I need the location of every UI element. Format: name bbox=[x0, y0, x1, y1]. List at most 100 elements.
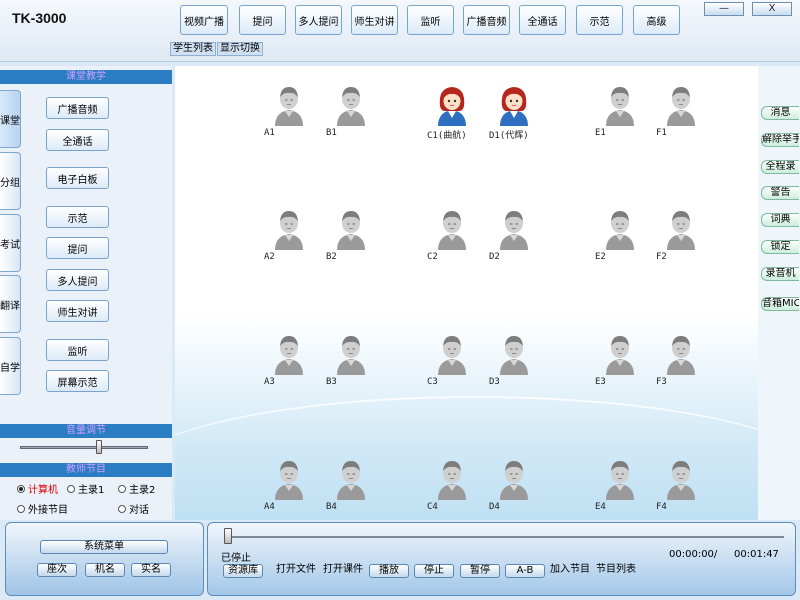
tab-exam[interactable]: 考试 bbox=[0, 214, 21, 272]
offline-student-icon bbox=[275, 461, 303, 500]
full-record-button[interactable]: 全程录 bbox=[761, 160, 799, 174]
multi-question-button[interactable]: 多人提问 bbox=[295, 5, 342, 35]
real-name-button[interactable]: 实名 bbox=[131, 563, 171, 577]
tab-group[interactable]: 分组 bbox=[0, 152, 21, 210]
student-seat[interactable]: C2 bbox=[417, 208, 487, 268]
system-menu-button[interactable]: 系统菜单 bbox=[40, 540, 168, 554]
student-seat[interactable]: D3 bbox=[479, 333, 549, 393]
program-list-button[interactable]: 节目列表 bbox=[596, 564, 636, 578]
student-seat[interactable]: D4 bbox=[479, 458, 549, 518]
offline-student-icon bbox=[667, 211, 695, 250]
side-screen-demo-button[interactable]: 屏幕示范 bbox=[46, 370, 109, 392]
broadcast-audio-button[interactable]: 广播音频 bbox=[463, 5, 510, 35]
offline-student-icon bbox=[500, 211, 528, 250]
demo-button[interactable]: 示范 bbox=[576, 5, 623, 35]
student-seat[interactable]: F2 bbox=[646, 208, 716, 268]
radio-master-record-1[interactable]: 主录1 bbox=[67, 481, 104, 496]
add-program-button[interactable]: 加入节目 bbox=[550, 564, 590, 578]
side-teacher-student-talk-button[interactable]: 师生对讲 bbox=[46, 300, 109, 322]
radio-dialogue[interactable]: 对话 bbox=[118, 501, 149, 516]
tab-translate[interactable]: 翻译 bbox=[0, 275, 21, 333]
recorder-button[interactable]: 录音机 bbox=[761, 267, 799, 281]
student-seat[interactable]: A1 bbox=[254, 84, 324, 144]
student-seat[interactable]: B2 bbox=[316, 208, 386, 268]
seat-label: E2 bbox=[595, 252, 606, 262]
student-list-tab[interactable]: 学生列表 bbox=[170, 42, 216, 56]
volume-slider-thumb[interactable] bbox=[96, 440, 103, 454]
student-seat[interactable]: B1 bbox=[316, 84, 386, 144]
offline-student-icon bbox=[337, 87, 365, 126]
open-courseware-button[interactable]: 打开课件 bbox=[323, 564, 363, 578]
side-demo-button[interactable]: 示范 bbox=[46, 206, 109, 228]
progress-track[interactable] bbox=[224, 536, 784, 538]
machine-name-button[interactable]: 机名 bbox=[85, 563, 125, 577]
radio-dot bbox=[67, 484, 75, 493]
side-multi-question-button[interactable]: 多人提问 bbox=[46, 269, 109, 291]
side-full-call-button[interactable]: 全通话 bbox=[46, 129, 109, 151]
radio-external-program[interactable]: 外接节目 bbox=[17, 501, 68, 516]
minimize-button[interactable]: — bbox=[704, 2, 744, 16]
student-seat[interactable]: E3 bbox=[585, 333, 655, 393]
student-seat[interactable]: E1 bbox=[585, 84, 655, 144]
student-seat[interactable]: B3 bbox=[316, 333, 386, 393]
progress-thumb[interactable] bbox=[224, 528, 232, 544]
radio-master-record-2[interactable]: 主录2 bbox=[118, 481, 155, 496]
warning-button[interactable]: 警告 bbox=[761, 186, 799, 200]
student-seat[interactable]: D1(代辉) bbox=[479, 84, 549, 144]
lock-button[interactable]: 锁定 bbox=[761, 240, 799, 254]
player-status: 已停止 bbox=[221, 553, 251, 564]
student-seat[interactable]: B4 bbox=[316, 458, 386, 518]
teacher-student-talk-button[interactable]: 师生对讲 bbox=[351, 5, 398, 35]
tab-classroom[interactable]: 课堂 bbox=[0, 90, 21, 148]
dictionary-button[interactable]: 词典 bbox=[761, 213, 799, 227]
student-seat[interactable]: A4 bbox=[254, 458, 324, 518]
student-seat[interactable]: C4 bbox=[417, 458, 487, 518]
student-seat[interactable]: F3 bbox=[646, 333, 716, 393]
student-seat[interactable]: E4 bbox=[585, 458, 655, 518]
online-student-icon bbox=[500, 87, 528, 126]
offline-student-icon bbox=[606, 461, 634, 500]
student-seat[interactable]: A3 bbox=[254, 333, 324, 393]
advanced-button[interactable]: 高级 bbox=[633, 5, 680, 35]
stop-button[interactable]: 停止 bbox=[414, 564, 454, 578]
radio-computer[interactable]: 计算机 bbox=[17, 481, 58, 496]
resource-library-button[interactable]: 资源库 bbox=[223, 564, 263, 578]
student-seat[interactable]: E2 bbox=[585, 208, 655, 268]
seat-order-button[interactable]: 座次 bbox=[37, 563, 77, 577]
tab-self-study[interactable]: 自学 bbox=[0, 337, 21, 395]
speaker-mic-button[interactable]: 音箱MIC bbox=[761, 297, 799, 311]
video-broadcast-button[interactable]: 视频广播 bbox=[180, 5, 228, 35]
student-seat[interactable]: C1(曲航) bbox=[417, 84, 487, 144]
side-broadcast-audio-button[interactable]: 广播音频 bbox=[46, 97, 109, 119]
student-seat[interactable]: D2 bbox=[479, 208, 549, 268]
monitor-button[interactable]: 监听 bbox=[407, 5, 454, 35]
display-switch-tab[interactable]: 显示切换 bbox=[217, 42, 263, 56]
total-time: 00:01:47 bbox=[734, 549, 779, 560]
full-call-button[interactable]: 全通话 bbox=[519, 5, 566, 35]
close-button[interactable]: X bbox=[752, 2, 792, 16]
offline-student-icon bbox=[275, 87, 303, 126]
side-whiteboard-button[interactable]: 电子白板 bbox=[46, 167, 109, 189]
cancel-raise-hand-button[interactable]: 解除举手 bbox=[761, 133, 799, 147]
student-seat[interactable]: C3 bbox=[417, 333, 487, 393]
offline-student-icon bbox=[606, 211, 634, 250]
seat-label: B1 bbox=[326, 128, 337, 138]
question-button[interactable]: 提问 bbox=[239, 5, 286, 35]
message-button[interactable]: 消息 bbox=[761, 106, 799, 120]
radio-dot bbox=[17, 504, 25, 513]
student-seat[interactable]: F1 bbox=[646, 84, 716, 144]
offline-student-icon bbox=[667, 87, 695, 126]
open-file-button[interactable]: 打开文件 bbox=[276, 564, 316, 578]
left-panel: 课堂教学 课堂 分组 考试 翻译 自学 广播音频 全通话 电子白板 示范 提问 … bbox=[0, 66, 172, 520]
side-question-button[interactable]: 提问 bbox=[46, 237, 109, 259]
offline-student-icon bbox=[337, 336, 365, 375]
seat-label: C1(曲航) bbox=[427, 131, 467, 141]
student-seat[interactable]: F4 bbox=[646, 458, 716, 518]
pause-button[interactable]: 暂停 bbox=[460, 564, 500, 578]
volume-header: 音量调节 bbox=[0, 424, 172, 438]
ab-repeat-button[interactable]: A-B bbox=[505, 564, 545, 578]
volume-slider-track[interactable] bbox=[20, 446, 148, 449]
student-seat[interactable]: A2 bbox=[254, 208, 324, 268]
play-button[interactable]: 播放 bbox=[369, 564, 409, 578]
side-monitor-button[interactable]: 监听 bbox=[46, 339, 109, 361]
